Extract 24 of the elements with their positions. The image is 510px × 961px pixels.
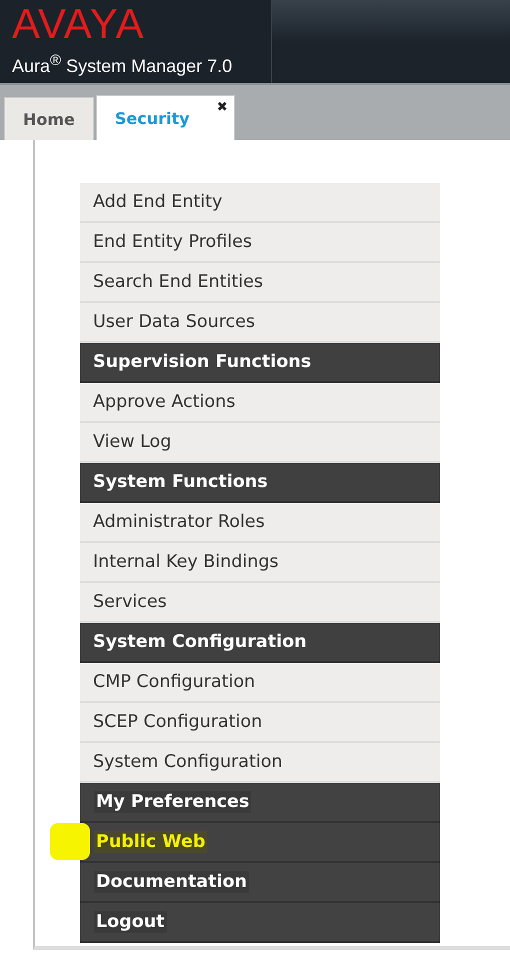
menu-item[interactable]: Administrator Roles	[80, 503, 440, 543]
menu-link[interactable]: My Preferences	[94, 791, 252, 813]
product-name: Aura$^{®}$ System Manager 7.0	[12, 52, 234, 77]
menu-item[interactable]: View Log	[80, 423, 440, 463]
section-header: System Configuration	[80, 623, 440, 663]
section-header: System Functions	[80, 463, 440, 503]
menu-item[interactable]: CMP Configuration	[80, 663, 440, 703]
menu-link[interactable]: Documentation	[94, 871, 249, 893]
menu-item[interactable]: Approve Actions	[80, 383, 440, 423]
menu-link[interactable]: Logout	[94, 911, 167, 933]
logo-text: AVAYA	[12, 2, 146, 46]
menu-item[interactable]: System Configuration	[80, 743, 440, 783]
close-icon[interactable]: ✖	[216, 100, 228, 115]
menu-item[interactable]: Add End Entity	[80, 183, 440, 223]
section-header: Supervision Functions	[80, 343, 440, 383]
menu-item[interactable]: Internal Key Bindings	[80, 543, 440, 583]
tab[interactable]: Home	[4, 97, 94, 140]
menu-item[interactable]: User Data Sources	[80, 303, 440, 343]
menu-item[interactable]: End Entity Profiles	[80, 223, 440, 263]
menu-item[interactable]: Search End Entities	[80, 263, 440, 303]
tab[interactable]: Security ✖	[96, 95, 235, 140]
menu-item[interactable]: Services	[80, 583, 440, 623]
menu-item[interactable]: SCEP Configuration	[80, 703, 440, 743]
menu-link[interactable]: Public Web	[94, 831, 208, 853]
